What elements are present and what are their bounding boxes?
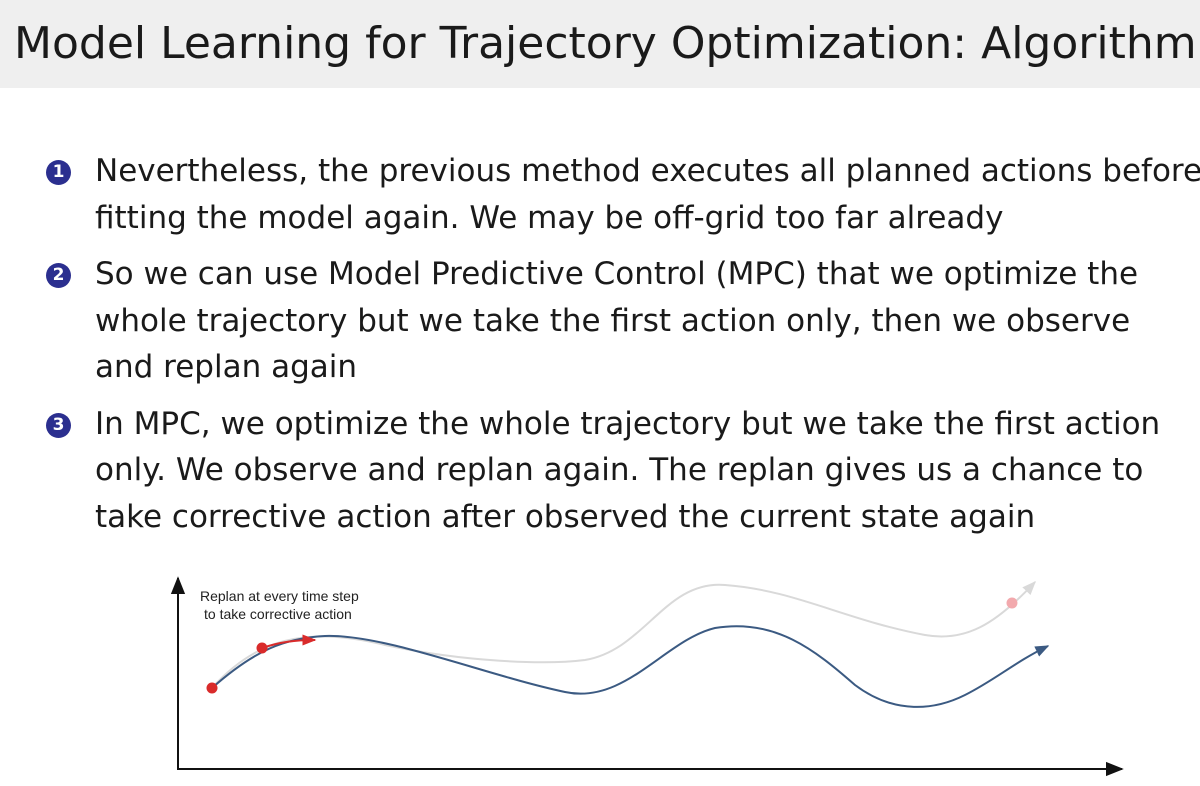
bullet-line: whole trajectory but we take the first a… — [95, 302, 1131, 339]
bullet-list: 1 Nevertheless, the previous method exec… — [46, 148, 1200, 550]
bullet-item-2: 2 So we can use Model Predictive Control… — [46, 251, 1196, 391]
start-state-point — [206, 682, 218, 694]
diagram-annotation-line-2: to take corrective action — [204, 606, 352, 622]
bullet-line: Nevertheless, the previous method execut… — [95, 153, 1200, 189]
bullet-number-2: 2 — [46, 263, 71, 288]
slide-title: Model Learning for Trajectory Optimizati… — [14, 18, 1200, 69]
future-state-point — [1006, 597, 1018, 609]
bullet-item-3: 3 In MPC, we optimize the whole trajecto… — [46, 401, 1196, 541]
title-bar: Model Learning for Trajectory Optimizati… — [0, 0, 1200, 88]
mpc-diagram: Replan at every time step to take correc… — [165, 570, 1140, 786]
bullet-line: In MPC, we optimize the whole trajectory… — [95, 405, 1161, 442]
mpc-diagram-svg: Replan at every time step to take correc… — [170, 576, 1124, 777]
current-state-point — [256, 642, 268, 654]
bullet-line: So we can use Model Predictive Control (… — [95, 256, 1139, 292]
bullet-item-1: 1 Nevertheless, the previous method exec… — [46, 148, 1200, 241]
bullet-number-1: 1 — [46, 160, 71, 185]
bullet-line: only. We observe and replan again. The r… — [95, 452, 1144, 488]
bullet-line: fitting the model again. We may be off-g… — [95, 199, 1004, 236]
bullet-line: take corrective action after observed th… — [95, 498, 1036, 535]
diagram-annotation-line-1: Replan at every time step — [200, 588, 359, 604]
bullet-line: and replan again — [95, 349, 358, 385]
bullet-number-3: 3 — [46, 412, 71, 438]
